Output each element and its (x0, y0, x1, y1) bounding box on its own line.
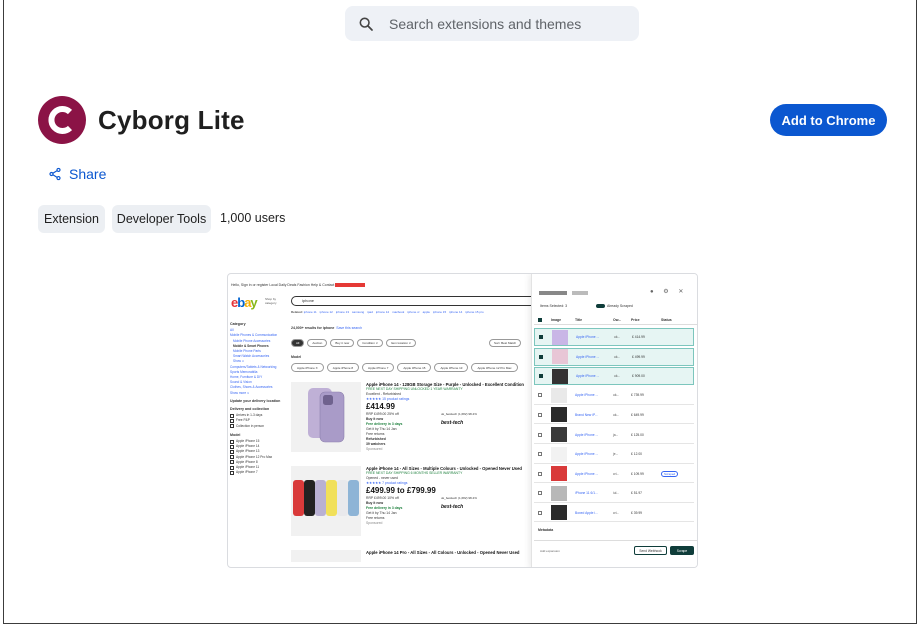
row-thumbnail (551, 427, 567, 442)
add-to-chrome-button[interactable]: Add to Chrome (770, 104, 887, 136)
panel-row: Apple iPhone ... uk... £ 499.99 (534, 347, 694, 366)
items-selected: Items Selected: 3 (540, 304, 568, 308)
row-price: £ 909.00 (632, 374, 645, 379)
row-status: Scraped (661, 470, 679, 477)
search-bar[interactable]: Search extensions and themes (345, 6, 639, 41)
row-title: Apple iPhone ... (575, 393, 599, 398)
chip-developer-tools[interactable]: Developer Tools (112, 205, 211, 233)
row-title: Apple iPhone ... (575, 432, 599, 437)
row-thumbnail (551, 407, 567, 423)
row-price: £ 109.99 (631, 471, 644, 476)
panel-row: Apple iPhone ... cri... £ 109.99 Scraped (534, 465, 694, 484)
row-checkbox (539, 335, 543, 339)
cyborg-panel: ● ⚙ ✕ Items Selected: 3 Already Scraped … (531, 274, 697, 567)
ebay-search-input: iphone (291, 296, 536, 306)
panel-row: Boxed Apple i... cri... £ 39.99 (534, 504, 694, 523)
model-heading: Model (291, 355, 302, 359)
send-webhook-button: Send Webhook (634, 546, 667, 555)
row-owner: cri... (613, 471, 620, 476)
row-price: £ 414.99 (632, 335, 645, 339)
panel-row: iPhone 11 6/1... iul... £ 51.97 (534, 485, 694, 503)
row-price: £ 499.99 (632, 354, 645, 359)
chip-extension[interactable]: Extension (38, 205, 105, 233)
row-price: £ 739.99 (631, 393, 644, 398)
row-owner: uk... (613, 412, 620, 417)
user-count: 1,000 users (220, 211, 286, 225)
row-checkbox (538, 452, 542, 457)
row-title: Apple iPhone ... (576, 354, 600, 359)
panel-row: Apple iPhone ... uk... £ 739.99 (534, 387, 694, 405)
row-thumbnail (551, 466, 567, 482)
panel-footer: Add expansion Send Webhook Scrape (534, 540, 697, 562)
panel-table-header: Image Title Ow... Price Status (534, 315, 697, 325)
phone-image (291, 382, 361, 452)
results-count: 24,000+ results for iphone Save this sea… (291, 326, 363, 330)
share-label: Share (69, 166, 107, 182)
panel-row: Brand New iP... uk... £ 649.99 (534, 406, 694, 425)
phone-image (291, 466, 361, 536)
row-owner: je... (613, 452, 619, 457)
row-owner: uk... (614, 335, 621, 339)
row-thumbnail (552, 349, 568, 365)
row-owner: iul... (613, 491, 620, 496)
row-checkbox (539, 374, 543, 379)
row-checkbox (538, 491, 542, 496)
row-thumbnail (552, 329, 568, 345)
row-checkbox (538, 471, 542, 476)
panel-row: Apple iPhone ... ja... £ 125.00 (534, 426, 694, 444)
panel-controls: ● ⚙ ✕ (650, 289, 688, 295)
row-price: £ 39.99 (631, 510, 642, 515)
row-thumbnail (551, 446, 567, 462)
scrape-button: Scrape (670, 546, 694, 555)
search-icon (359, 17, 373, 31)
panel-row: Apple iPhone ... je... £ 12.00 (534, 446, 694, 464)
shop-by-category: Shop by category (265, 297, 277, 305)
row-checkbox (538, 432, 542, 437)
filter-bar: All Auction Buy it now Condition ∨ Item … (291, 339, 522, 347)
row-owner: uk... (614, 374, 621, 379)
row-title: Brand New iP... (575, 412, 598, 417)
row-checkbox (538, 412, 542, 417)
row-owner: ja... (613, 432, 619, 437)
panel-row: Apple iPhone ... uk... £ 414.99 (534, 328, 694, 346)
row-owner: uk... (613, 393, 620, 398)
already-scraped-toggle: Already Scraped (596, 304, 633, 308)
row-title: Boxed Apple i... (575, 510, 598, 515)
search-placeholder: Search extensions and themes (389, 15, 582, 32)
row-checkbox (538, 510, 542, 515)
row-thumbnail (551, 505, 567, 521)
ebay-page: Hello, Sign in or register Local Daily D… (228, 274, 536, 567)
ebay-logo: ebay (231, 295, 258, 310)
row-thumbnail (552, 368, 568, 384)
row-owner: uk... (614, 354, 621, 359)
phone-image (291, 550, 361, 562)
ebay-topnav: Hello, Sign in or register Local Daily D… (231, 283, 365, 287)
panel-row: Apple iPhone ... uk... £ 909.00 (534, 367, 694, 386)
row-owner: cri... (613, 510, 620, 515)
row-title: Apple iPhone ... (575, 471, 599, 476)
row-thumbnail (551, 485, 567, 501)
row-checkbox (539, 354, 543, 359)
model-chips: Apple iPhone X Apple iPhone 8 Apple iPho… (291, 363, 518, 372)
extension-title: Cyborg Lite (98, 105, 245, 135)
row-title: Apple iPhone ... (576, 335, 600, 339)
row-price: £ 125.00 (631, 432, 644, 437)
category-sidebar: Category All Mobile Phones & Communicati… (230, 322, 281, 475)
related-searches: Related: iphone 11 iphone 12 iphone 13 sams… (291, 310, 484, 314)
row-price: £ 51.97 (631, 491, 642, 496)
row-checkbox (538, 393, 542, 398)
metadata-section: Metadata (538, 528, 554, 532)
row-title: iPhone 11 6/1... (575, 491, 598, 496)
share-button[interactable]: Share (48, 166, 106, 182)
extension-logo (38, 96, 86, 144)
share-icon (49, 167, 61, 181)
row-price: £ 12.00 (631, 452, 642, 457)
screenshot-preview[interactable]: Hello, Sign in or register Local Daily D… (227, 273, 698, 568)
row-price: £ 649.99 (631, 412, 644, 417)
row-thumbnail (551, 387, 567, 403)
row-title: Apple iPhone ... (575, 452, 599, 457)
row-title: Apple iPhone ... (576, 374, 600, 379)
